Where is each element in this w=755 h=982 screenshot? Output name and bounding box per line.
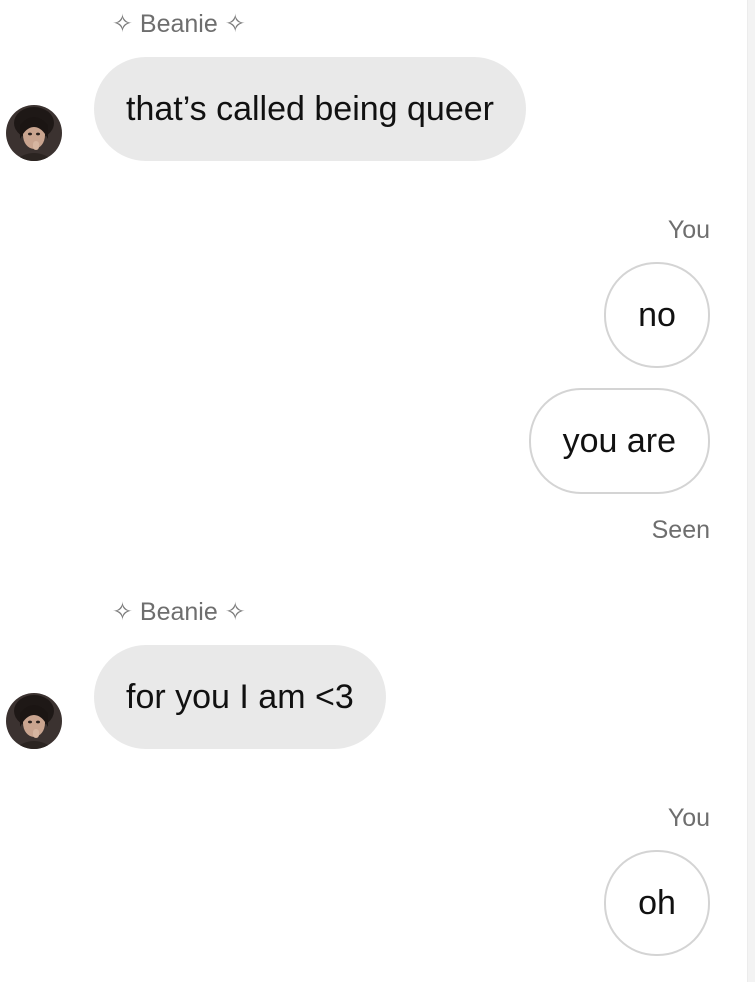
incoming-message-bubble[interactable]: for you I am <3 [94,645,386,749]
star-icon: ✧ [224,10,246,38]
message-text: that’s called being queer [126,90,494,128]
seen-receipt: Seen [651,516,710,544]
message-text: oh [638,884,676,922]
sender-name-label: Beanie [139,598,218,626]
sender-name[interactable]: ✧ Beanie ✧ [112,600,246,625]
outgoing-message-bubble[interactable]: oh [604,850,710,956]
scrollbar-track[interactable] [747,0,755,982]
sender-name[interactable]: ✧ Beanie ✧ [112,12,246,37]
star-icon: ✧ [112,10,133,38]
message-text: for you I am <3 [126,678,354,716]
avatar[interactable] [6,105,62,161]
outgoing-message-bubble[interactable]: you are [528,388,710,494]
avatar-photo-icon [6,693,62,749]
message-text: you are [562,422,676,460]
sender-label-you: You [667,216,710,244]
incoming-message-bubble[interactable]: that’s called being queer [94,57,526,161]
star-icon: ✧ [112,598,133,626]
avatar-photo-icon [6,105,62,161]
message-text: no [638,296,676,334]
sender-label-you: You [667,804,710,832]
star-icon: ✧ [224,598,246,626]
sender-name-label: Beanie [139,10,218,38]
outgoing-message-bubble[interactable]: no [604,262,710,368]
chat-thread: ✧ Beanie ✧ that’s called being queer You… [0,0,755,982]
avatar[interactable] [6,693,62,749]
